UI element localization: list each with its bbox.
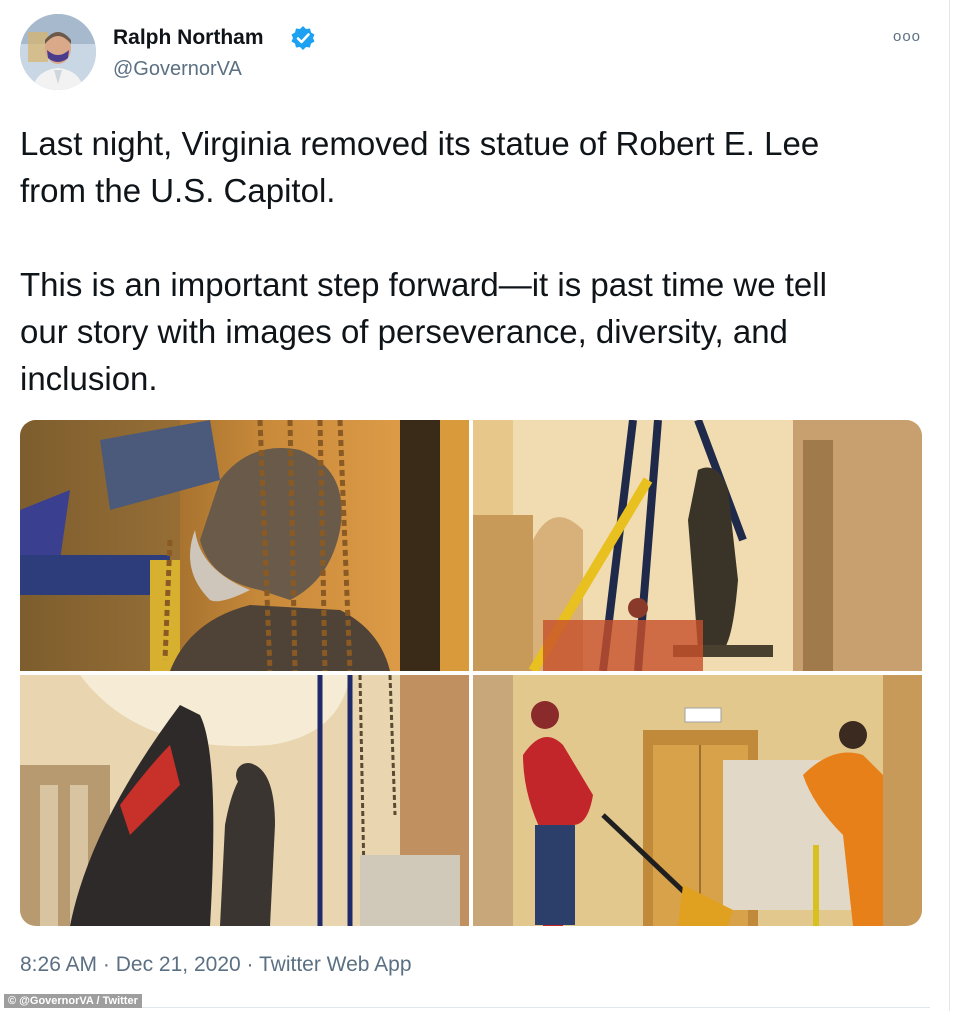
tweet-photo-4[interactable] xyxy=(473,675,922,926)
tweet-card: Ralph Northam @GovernorVA ooo Last night… xyxy=(0,0,950,1011)
tweet-date[interactable]: Dec 21, 2020 xyxy=(116,953,241,976)
author-name[interactable]: Ralph Northam xyxy=(113,26,264,50)
meta-separator: · xyxy=(102,953,110,976)
tweet-media-grid xyxy=(20,420,922,926)
verified-badge-icon xyxy=(290,25,316,51)
tweet-photo-2[interactable] xyxy=(473,420,922,671)
tweet-source[interactable]: Twitter Web App xyxy=(259,953,412,976)
author-handle[interactable]: @GovernorVA xyxy=(113,58,242,81)
tweet-meta: 8:26 AM · Dec 21, 2020 · Twitter Web App xyxy=(20,953,412,977)
tweet-photo-1[interactable] xyxy=(20,420,469,671)
tweet-photo-3[interactable] xyxy=(20,675,469,926)
divider xyxy=(20,1007,930,1008)
tweet-time[interactable]: 8:26 AM xyxy=(20,953,97,976)
tweet-text: Last night, Virginia removed its statue … xyxy=(20,125,827,397)
author-avatar[interactable] xyxy=(20,14,96,90)
photo-credit: © @GovernorVA / Twitter xyxy=(4,994,142,1008)
meta-separator-2: · xyxy=(246,953,254,976)
page-border xyxy=(949,0,962,1011)
more-options-icon[interactable]: ooo xyxy=(893,28,921,45)
